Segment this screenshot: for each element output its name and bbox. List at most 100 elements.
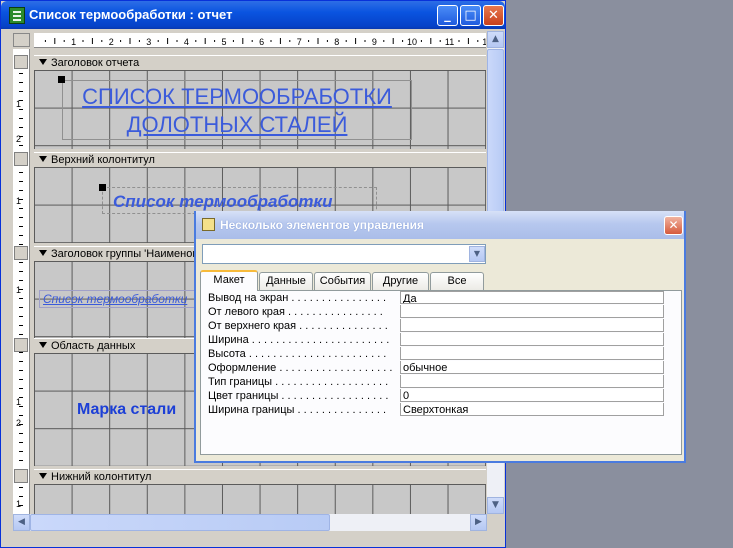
section-bar-page-footer[interactable]: Нижний колонтитул — [34, 469, 486, 485]
property-row[interactable]: От левого края . . . . . . . . . . . . .… — [208, 305, 664, 319]
ruler-tick — [19, 100, 23, 101]
horizontal-scroll-thumb[interactable] — [30, 514, 330, 531]
property-row[interactable]: От верхнего края . . . . . . . . . . . .… — [208, 319, 664, 333]
ruler-tick — [19, 316, 23, 317]
ruler-tick — [19, 199, 23, 200]
scroll-left-button[interactable]: ◀ — [13, 514, 30, 531]
property-name: Цвет границы . . . . . . . . . . . . . .… — [208, 390, 389, 402]
ruler-number: 5 — [221, 37, 226, 47]
property-row[interactable]: Ширина . . . . . . . . . . . . . . . . .… — [208, 333, 664, 347]
ruler-tick — [19, 352, 23, 353]
scroll-up-button[interactable]: ▲ — [487, 31, 504, 48]
ruler-number: 1 — [16, 196, 22, 206]
tab-layout[interactable]: Макет — [200, 270, 258, 291]
selection-handle[interactable] — [58, 76, 65, 83]
section-bar-report-header[interactable]: Заголовок отчета — [34, 55, 486, 71]
maximize-button[interactable]: □ — [460, 5, 481, 26]
ruler-tick — [19, 217, 23, 218]
ruler-ticks: 123456789101112 — [44, 37, 486, 47]
tab-events[interactable]: События — [314, 272, 371, 290]
ruler-tick — [19, 496, 23, 497]
ruler-tick — [19, 172, 23, 173]
ruler-tick — [19, 289, 23, 290]
ruler-tick — [19, 460, 23, 461]
property-value[interactable]: обычное — [400, 361, 664, 374]
properties-title: Несколько элементов управления — [220, 218, 425, 232]
property-row[interactable]: Вывод на экран . . . . . . . . . . . . .… — [208, 291, 664, 305]
property-name: От верхнего края . . . . . . . . . . . .… — [208, 320, 388, 332]
selection-handle[interactable] — [99, 184, 106, 191]
horizontal-scrollbar[interactable]: ◀ ▶ — [13, 514, 487, 531]
ruler-number: 8 — [334, 37, 339, 47]
property-row[interactable]: Цвет границы . . . . . . . . . . . . . .… — [208, 389, 664, 403]
report-title-box[interactable]: СПИСОК ТЕРМООБРАБОТКИ ДОЛОТНЫХ СТАЛЕЙ — [62, 80, 412, 140]
ruler-tick — [19, 442, 23, 443]
ruler-number: 1 — [16, 285, 22, 295]
section-arrow-icon — [39, 250, 47, 256]
ruler-number: 9 — [372, 37, 377, 47]
ruler-number: 1 — [71, 37, 76, 47]
section-bar-page-header[interactable]: Верхний колонтитул — [34, 152, 486, 168]
tab-data[interactable]: Данные — [259, 272, 313, 290]
section-selector-page-header[interactable] — [14, 152, 28, 166]
property-value[interactable] — [400, 375, 664, 388]
page-footer-grid[interactable] — [34, 484, 486, 514]
property-row[interactable]: Ширина границы . . . . . . . . . . . . .… — [208, 403, 664, 417]
tab-all[interactable]: Все — [430, 272, 484, 290]
property-row[interactable]: Оформление . . . . . . . . . . . . . . .… — [208, 361, 664, 375]
tab-other[interactable]: Другие — [372, 272, 429, 290]
section-selector-page-footer[interactable] — [14, 469, 28, 483]
section-selector-group-header[interactable] — [14, 246, 28, 260]
property-name: Тип границы . . . . . . . . . . . . . . … — [208, 376, 389, 388]
ruler-tick — [19, 208, 23, 209]
ruler-number: 7 — [297, 37, 302, 47]
property-value[interactable]: Сверхтонкая — [400, 403, 664, 416]
scroll-down-button[interactable]: ▼ — [487, 497, 504, 514]
properties-titlebar[interactable]: Несколько элементов управления ✕ — [196, 211, 684, 239]
close-button[interactable]: ✕ — [483, 5, 504, 26]
property-value[interactable] — [400, 319, 664, 332]
ruler-tick — [19, 226, 23, 227]
vertical-ruler[interactable]: 1211121 — [13, 49, 30, 514]
section-selector-report-header[interactable] — [14, 55, 28, 69]
ruler-number: 11 — [445, 37, 454, 47]
ruler-tick — [19, 325, 23, 326]
property-value[interactable]: 0 — [400, 389, 664, 402]
steel-label-box[interactable]: Марка стали — [71, 399, 183, 425]
section-arrow-icon — [39, 156, 47, 162]
property-value[interactable] — [400, 347, 664, 360]
section-selector-detail[interactable] — [14, 338, 28, 352]
property-value[interactable] — [400, 333, 664, 346]
ruler-tick — [19, 298, 23, 299]
property-name: От левого края . . . . . . . . . . . . .… — [208, 306, 383, 318]
property-value[interactable] — [400, 305, 664, 318]
group-text-box[interactable]: Список термообработки — [39, 290, 197, 308]
report-window-titlebar[interactable]: Список термообработки : отчет _ □ ✕ — [1, 1, 505, 29]
section-arrow-icon — [39, 59, 47, 65]
property-row[interactable]: Высота . . . . . . . . . . . . . . . . .… — [208, 347, 664, 361]
ruler-tick — [19, 109, 23, 110]
steel-label: Марка стали — [77, 401, 177, 418]
page-header-text: Список термообработки — [113, 192, 333, 211]
ruler-number: 2 — [16, 418, 22, 428]
ruler-number: 2 — [109, 37, 114, 47]
properties-close-button[interactable]: ✕ — [664, 216, 683, 235]
chevron-down-icon[interactable]: ▼ — [469, 246, 485, 262]
property-name: Ширина . . . . . . . . . . . . . . . . .… — [208, 334, 390, 346]
control-select-combo[interactable]: ▼ — [202, 244, 486, 264]
property-row[interactable]: Тип границы . . . . . . . . . . . . . . … — [208, 375, 664, 389]
page-header-text-box[interactable]: Список термообработки — [102, 187, 377, 214]
properties-icon — [202, 218, 215, 231]
ruler-tick — [19, 379, 23, 380]
scroll-right-button[interactable]: ▶ — [470, 514, 487, 531]
minimize-button[interactable]: _ — [437, 5, 458, 26]
properties-dialog: Несколько элементов управления ✕ ▼ Макет… — [194, 211, 686, 463]
ruler-tick — [19, 118, 23, 119]
property-value[interactable]: Да — [400, 291, 664, 304]
ruler-tick — [19, 361, 23, 362]
ruler-tick — [19, 370, 23, 371]
horizontal-ruler[interactable]: 123456789101112 — [34, 33, 486, 48]
group-text: Список термообработки — [43, 292, 188, 306]
report-selector[interactable] — [13, 33, 30, 47]
ruler-tick — [19, 334, 23, 335]
